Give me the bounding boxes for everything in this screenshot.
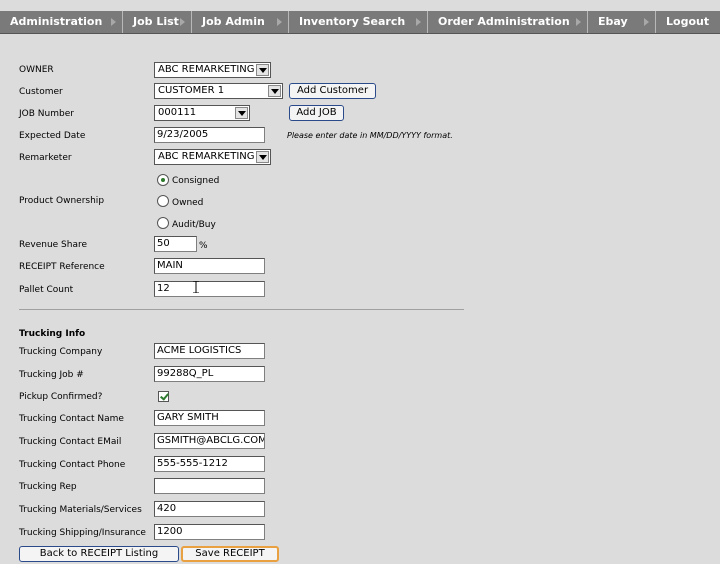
nav-item-inventory-search[interactable]: Inventory Search xyxy=(289,11,428,33)
pickup-confirmed-checkbox[interactable] xyxy=(158,391,169,402)
job-number-value: 000111 xyxy=(158,107,197,118)
chevron-right-icon xyxy=(111,18,116,26)
radio-audit-buy-label: Audit/Buy xyxy=(172,220,216,230)
remarketer-value: ABC REMARKETING xyxy=(158,151,255,162)
chevron-right-icon xyxy=(277,18,282,26)
trucking-materials-input[interactable]: 420 xyxy=(154,501,265,517)
receipt-reference-label: RECEIPT Reference xyxy=(19,262,105,272)
top-nav: Administration Job List Job Admin Invent… xyxy=(0,0,720,34)
chevron-down-icon xyxy=(235,107,248,119)
pallet-count-input[interactable]: 12 xyxy=(154,281,265,297)
chevron-right-icon xyxy=(576,18,581,26)
trucking-info-heading: Trucking Info xyxy=(19,329,86,339)
nav-item-job-list[interactable]: Job List xyxy=(123,11,192,33)
expected-date-input[interactable]: 9/23/2005 xyxy=(154,127,265,143)
radio-audit-buy[interactable] xyxy=(157,217,169,229)
trucking-contact-name-input[interactable]: GARY SMITH xyxy=(154,410,265,426)
nav-item-label: Ebay xyxy=(598,15,628,28)
customer-value: CUSTOMER 1 xyxy=(158,85,225,96)
trucking-contact-email-input[interactable]: GSMITH@ABCLG.COM xyxy=(154,433,265,449)
trucking-contact-name-label: Trucking Contact Name xyxy=(19,414,124,424)
nav-item-label: Job List xyxy=(133,15,179,28)
text-cursor-icon xyxy=(193,281,199,293)
nav-item-administration[interactable]: Administration xyxy=(0,11,123,33)
remarketer-select[interactable]: ABC REMARKETING xyxy=(154,149,271,165)
job-number-select[interactable]: 000111 xyxy=(154,105,250,121)
nav-item-label: Logout xyxy=(666,15,710,28)
owner-label: OWNER xyxy=(19,65,54,75)
owner-select[interactable]: ABC REMARKETING xyxy=(154,62,271,78)
nav-item-logout[interactable]: Logout xyxy=(656,11,720,33)
save-receipt-button[interactable]: Save RECEIPT xyxy=(181,546,279,562)
date-format-hint: Please enter date in MM/DD/YYYY format. xyxy=(287,131,453,140)
revenue-share-input[interactable]: 50 xyxy=(154,236,197,252)
trucking-shipping-label: Trucking Shipping/Insurance xyxy=(19,528,146,538)
chevron-down-icon xyxy=(268,85,281,97)
trucking-job-input[interactable]: 99288Q_PL xyxy=(154,366,265,382)
chevron-down-icon xyxy=(256,64,269,76)
back-to-receipt-listing-button[interactable]: Back to RECEIPT Listing xyxy=(19,546,179,562)
nav-item-order-administration[interactable]: Order Administration xyxy=(428,11,588,33)
trucking-shipping-input[interactable]: 1200 xyxy=(154,524,265,540)
chevron-right-icon xyxy=(644,18,649,26)
radio-consigned[interactable] xyxy=(157,174,169,186)
trucking-materials-label: Trucking Materials/Services xyxy=(19,505,142,515)
pickup-confirmed-label: Pickup Confirmed? xyxy=(19,392,103,402)
owner-value: ABC REMARKETING xyxy=(158,64,255,75)
chevron-right-icon xyxy=(180,18,185,26)
nav-item-job-admin[interactable]: Job Admin xyxy=(192,11,289,33)
trucking-rep-label: Trucking Rep xyxy=(19,482,77,492)
job-number-label: JOB Number xyxy=(19,109,74,119)
receipt-reference-input[interactable]: MAIN xyxy=(154,258,265,274)
radio-owned[interactable] xyxy=(157,195,169,207)
trucking-company-input[interactable]: ACME LOGISTICS xyxy=(154,343,265,359)
nav-item-label: Order Administration xyxy=(438,15,570,28)
nav-item-label: Job Admin xyxy=(202,15,265,28)
trucking-contact-phone-input[interactable]: 555-555-1212 xyxy=(154,456,265,472)
chevron-down-icon xyxy=(256,151,269,163)
remarketer-label: Remarketer xyxy=(19,153,72,163)
product-ownership-label: Product Ownership xyxy=(19,196,105,206)
trucking-rep-input[interactable] xyxy=(154,478,265,494)
customer-select[interactable]: CUSTOMER 1 xyxy=(154,83,283,99)
nav-item-ebay[interactable]: Ebay xyxy=(588,11,656,33)
trucking-company-label: Trucking Company xyxy=(19,347,103,357)
section-divider xyxy=(19,309,464,310)
chevron-right-icon xyxy=(416,18,421,26)
add-customer-button[interactable]: Add Customer xyxy=(289,83,376,99)
add-job-button[interactable]: Add JOB xyxy=(289,105,344,121)
expected-date-label: Expected Date xyxy=(19,131,86,141)
nav-bar: Administration Job List Job Admin Invent… xyxy=(0,11,720,34)
trucking-contact-phone-label: Trucking Contact Phone xyxy=(19,460,126,470)
radio-consigned-label: Consigned xyxy=(172,176,220,186)
percent-unit: % xyxy=(199,241,208,251)
trucking-job-label: Trucking Job # xyxy=(19,370,84,380)
radio-owned-label: Owned xyxy=(172,198,204,208)
customer-label: Customer xyxy=(19,87,63,97)
nav-item-label: Inventory Search xyxy=(299,15,406,28)
pallet-count-label: Pallet Count xyxy=(19,285,74,295)
revenue-share-label: Revenue Share xyxy=(19,240,88,250)
nav-item-label: Administration xyxy=(10,15,103,28)
trucking-contact-email-label: Trucking Contact EMail xyxy=(19,437,122,447)
